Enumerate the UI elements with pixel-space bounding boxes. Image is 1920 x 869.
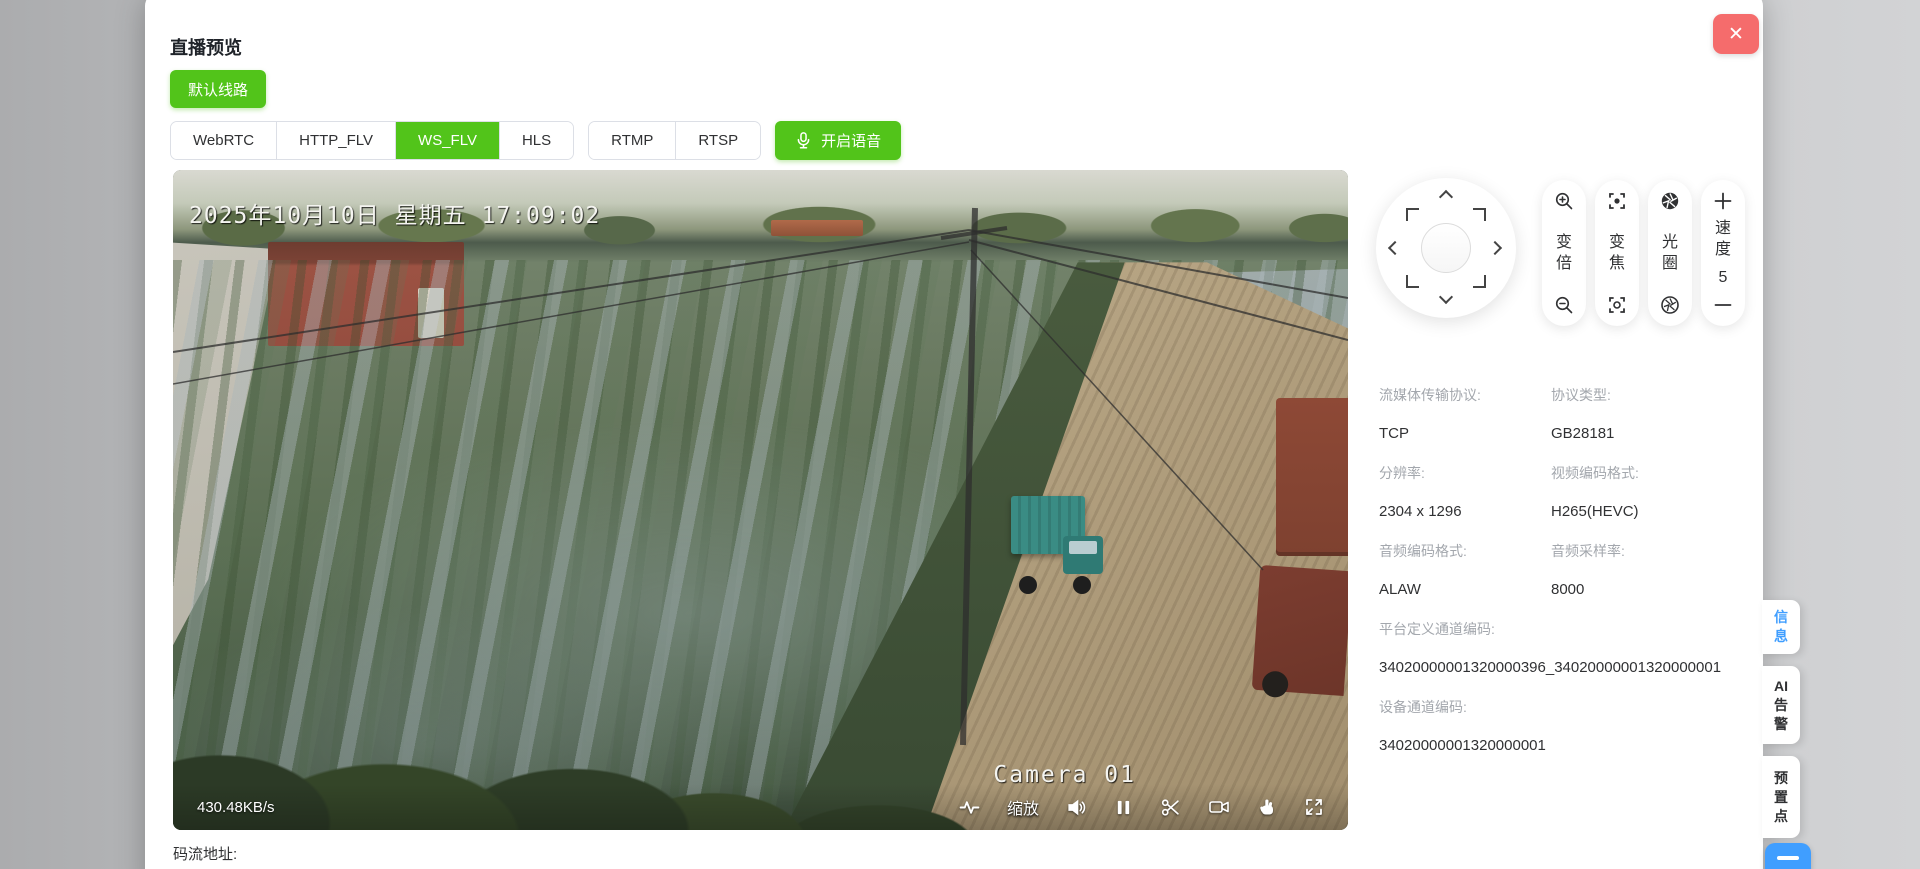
bitrate-indicator: 430.48KB/s: [197, 799, 275, 816]
enable-voice-label: 开启语音: [821, 130, 881, 151]
tab-http-flv[interactable]: HTTP_FLV: [277, 122, 396, 159]
ptz-left-button[interactable]: [1388, 241, 1402, 255]
info-value: GB28181: [1551, 424, 1745, 444]
side-tab-preset-label: 预置点: [1770, 769, 1792, 826]
tab-hls[interactable]: HLS: [500, 122, 573, 159]
ptz-up-button[interactable]: [1439, 190, 1453, 204]
info-value: 2304 x 1296: [1379, 502, 1551, 522]
floating-chat-button[interactable]: [1765, 843, 1811, 869]
stream-activity-icon[interactable]: [959, 797, 980, 818]
info-value: TCP: [1379, 424, 1551, 444]
enable-voice-button[interactable]: 开启语音: [775, 121, 901, 160]
modal-title: 直播预览: [170, 34, 242, 60]
ptz-speed-label: 速度: [1713, 218, 1733, 260]
ptz-zoom-label: 变倍: [1554, 232, 1574, 274]
fullscreen-button[interactable]: [1304, 797, 1324, 817]
clip-scissors-icon[interactable]: [1160, 797, 1181, 818]
info-label: 流媒体传输协议:: [1379, 385, 1551, 405]
device-channel-value: 34020000001320000001: [1379, 736, 1745, 756]
ptz-zoom-column: 变倍: [1542, 180, 1586, 326]
ptz-right-button[interactable]: [1488, 241, 1502, 255]
info-label: 音频编码格式:: [1379, 541, 1551, 561]
pause-button[interactable]: [1114, 798, 1133, 817]
ptz-up-left-button[interactable]: [1406, 208, 1419, 221]
ptz-pad: [1376, 178, 1516, 318]
live-preview-modal: 直播预览 ✕ 默认线路 WebRTC HTTP_FLV WS_FLV HLS R…: [145, 0, 1763, 869]
drag-hand-icon[interactable]: [1257, 797, 1277, 817]
ptz-down-right-button[interactable]: [1473, 275, 1486, 288]
player-controls: 缩放: [959, 795, 1324, 819]
ptz-iris-column: 光圈: [1648, 180, 1692, 326]
info-value: 8000: [1551, 580, 1745, 600]
platform-channel-value: 34020000001320000396_3402000000132000000…: [1379, 658, 1731, 678]
osd-timestamp: 2025年10月10日 星期五 17:09:02: [189, 196, 600, 230]
ptz-up-right-button[interactable]: [1473, 208, 1486, 221]
platform-channel-label: 平台定义通道编码:: [1379, 619, 1745, 639]
protocol-tab-group-1: WebRTC HTTP_FLV WS_FLV HLS: [170, 121, 574, 160]
ptz-down-left-button[interactable]: [1406, 275, 1419, 288]
ptz-speed-value: 5: [1713, 267, 1733, 288]
side-tab-ai-alarm-label: AI告警: [1770, 677, 1792, 734]
record-camera-icon[interactable]: [1208, 797, 1230, 817]
side-tab-info[interactable]: 信息: [1762, 600, 1800, 654]
focus-near-icon[interactable]: [1607, 191, 1627, 211]
ptz-center-knob[interactable]: [1421, 223, 1471, 273]
ptz-iris-label: 光圈: [1660, 232, 1680, 274]
protocol-tab-group-2: RTMP RTSP: [588, 121, 761, 160]
player-control-bar: 430.48KB/s 缩放: [173, 784, 1348, 830]
focus-far-icon[interactable]: [1607, 295, 1627, 315]
close-button[interactable]: ✕: [1713, 14, 1759, 54]
info-label: 音频采样率:: [1551, 541, 1745, 561]
page-background: 直播预览 ✕ 默认线路 WebRTC HTTP_FLV WS_FLV HLS R…: [0, 0, 1920, 869]
iris-close-icon[interactable]: [1660, 295, 1680, 315]
mic-icon: [795, 131, 812, 150]
stream-address-label: 码流地址:: [173, 843, 237, 864]
tab-ws-flv[interactable]: WS_FLV: [396, 122, 500, 159]
tab-rtmp[interactable]: RTMP: [589, 122, 676, 159]
zoom-out-icon[interactable]: [1554, 295, 1574, 315]
side-tab-info-label: 信息: [1770, 608, 1792, 646]
info-value: ALAW: [1379, 580, 1551, 600]
protocol-tab-bar: WebRTC HTTP_FLV WS_FLV HLS RTMP RTSP: [170, 121, 901, 160]
video-player[interactable]: 2025年10月10日 星期五 17:09:02 Camera 01 430.4…: [173, 170, 1348, 830]
speed-plus-icon[interactable]: [1713, 191, 1733, 211]
close-icon: ✕: [1728, 23, 1744, 46]
tab-rtsp[interactable]: RTSP: [676, 122, 760, 159]
side-tab-preset[interactable]: 预置点: [1762, 756, 1800, 838]
ptz-focus-column: 变焦: [1595, 180, 1639, 326]
default-line-button[interactable]: 默认线路: [170, 70, 266, 108]
tab-webrtc[interactable]: WebRTC: [171, 122, 277, 159]
ptz-focus-label: 变焦: [1607, 232, 1627, 274]
side-tab-ai-alarm[interactable]: AI告警: [1762, 666, 1800, 744]
utility-pole-and-wires: [173, 170, 1348, 830]
digital-zoom-button[interactable]: 缩放: [1007, 795, 1039, 819]
info-label: 分辨率:: [1379, 463, 1551, 483]
iris-open-icon[interactable]: [1660, 191, 1680, 211]
ptz-speed-column: 速度 5: [1701, 180, 1745, 326]
info-label: 视频编码格式:: [1551, 463, 1745, 483]
device-channel-label: 设备通道编码:: [1379, 697, 1745, 717]
info-value: H265(HEVC): [1551, 502, 1745, 522]
volume-icon[interactable]: [1066, 797, 1087, 818]
ptz-down-button[interactable]: [1439, 290, 1453, 304]
speed-minus-icon[interactable]: [1713, 295, 1733, 315]
info-label: 协议类型:: [1551, 385, 1745, 405]
zoom-in-icon[interactable]: [1554, 191, 1574, 211]
stream-info-panel: 流媒体传输协议: 协议类型: TCP GB28181 分辨率: 视频编码格式: …: [1379, 385, 1745, 756]
